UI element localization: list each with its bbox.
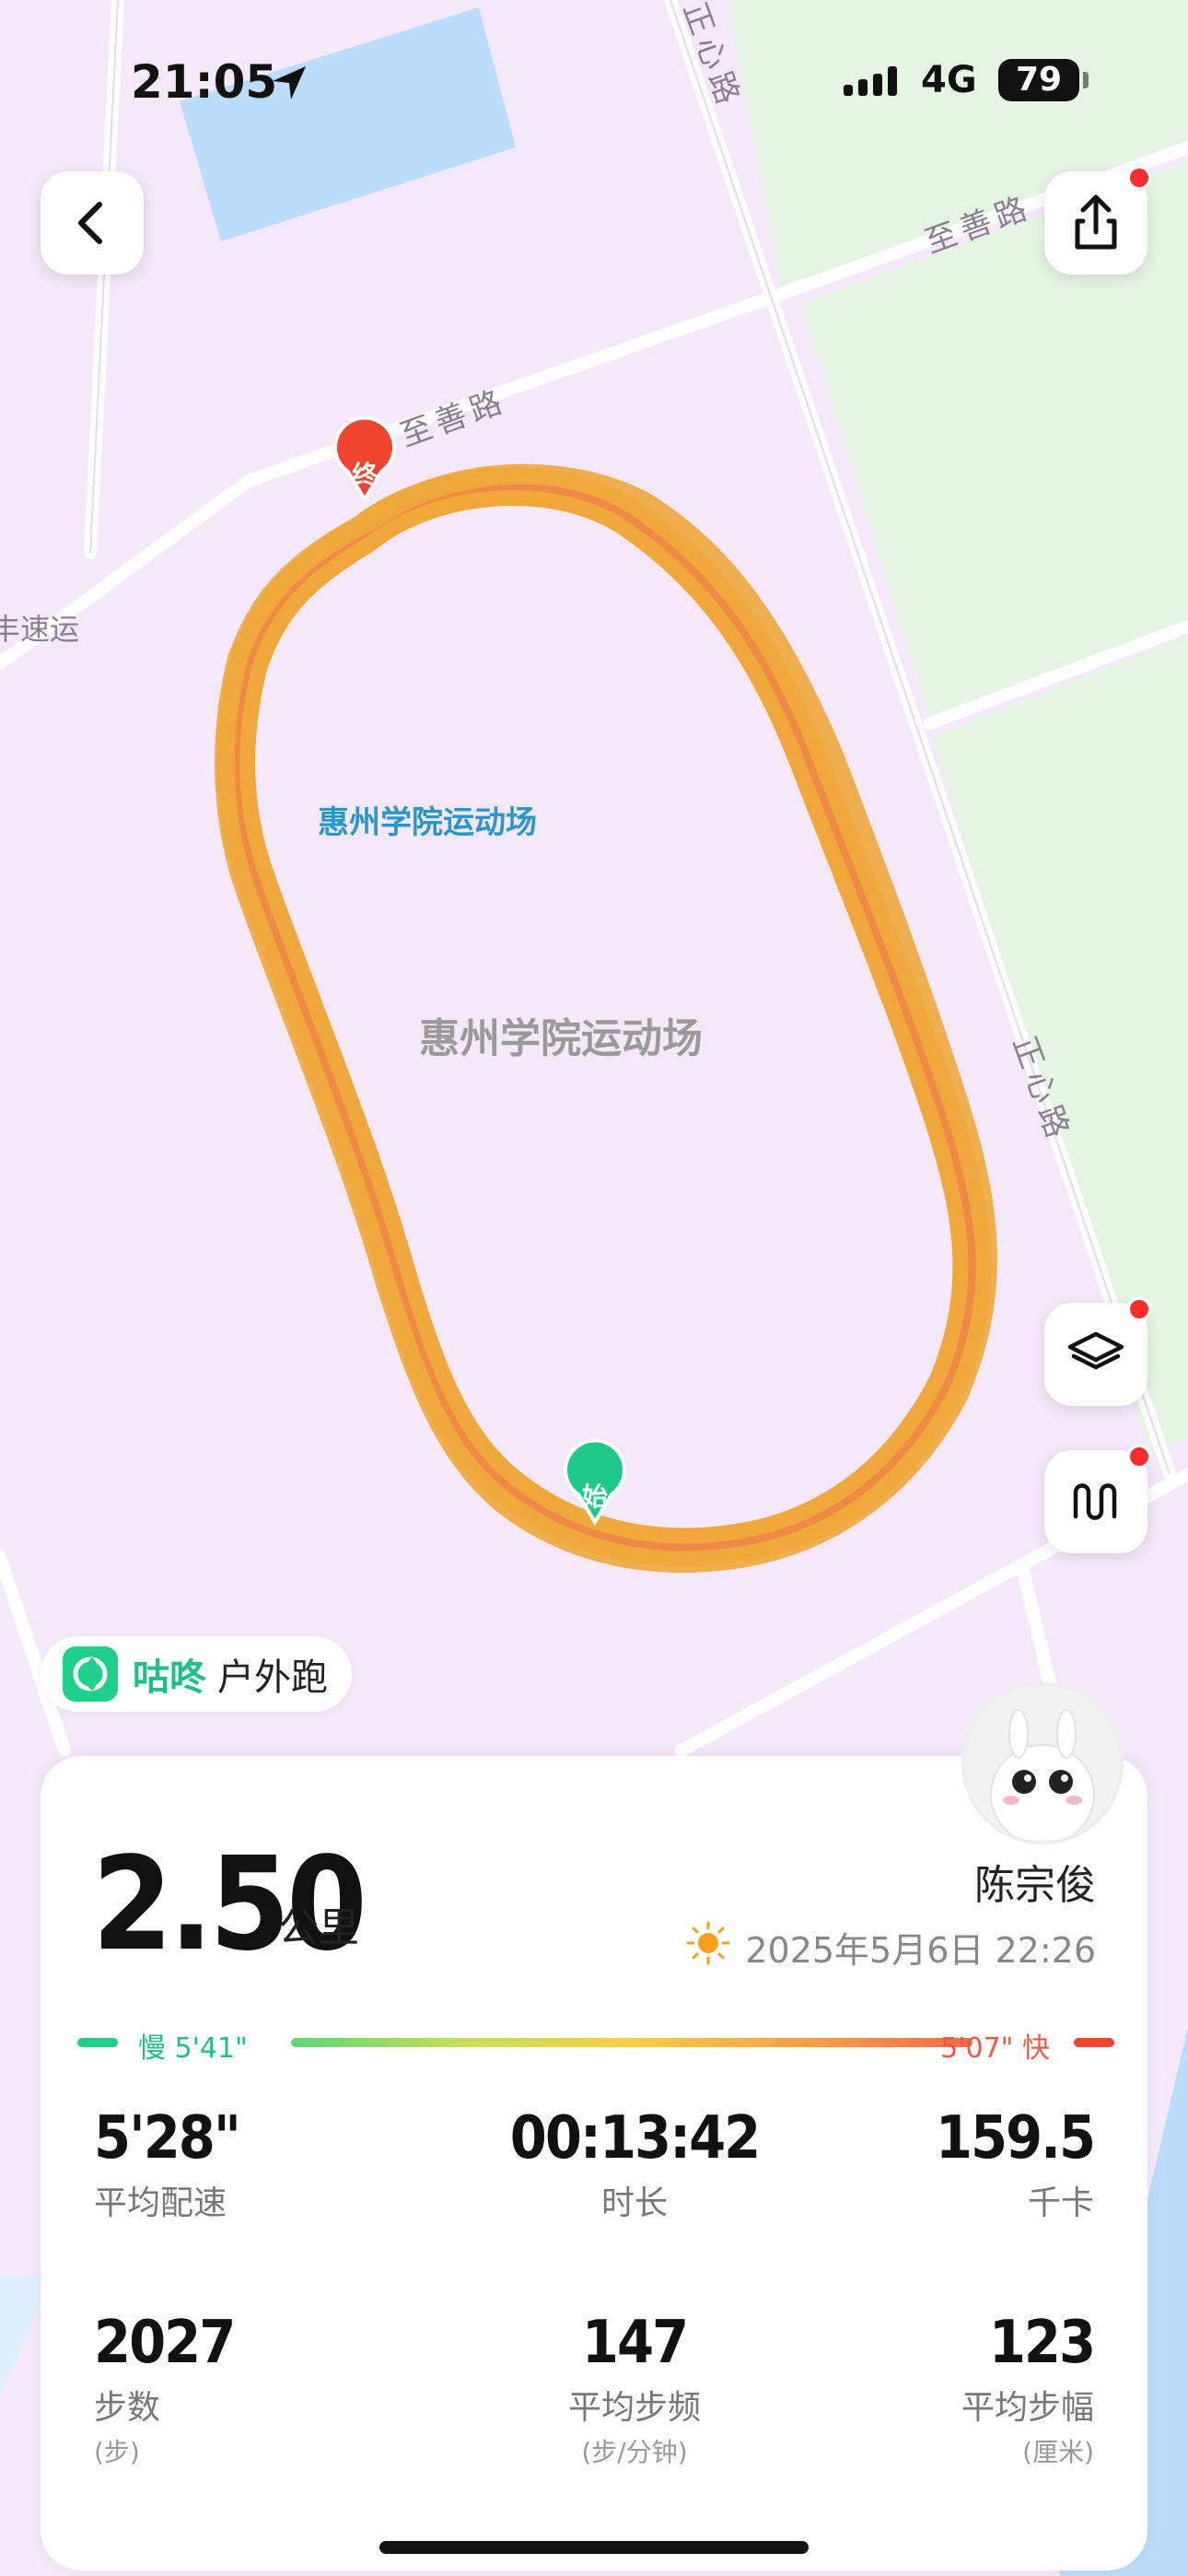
- distance-unit: 公里: [278, 1904, 359, 1951]
- codoon-logo-icon: [63, 1646, 118, 1702]
- stat-steps: 2027 步数 (步): [94, 2309, 236, 2469]
- status-bar: 21:05 4G 79: [0, 46, 1188, 120]
- slow-pace-dash: [77, 2038, 118, 2047]
- sun-weather-icon: [686, 1921, 730, 1965]
- map-layers-button[interactable]: [1044, 1297, 1151, 1406]
- back-button[interactable]: [41, 171, 144, 275]
- pace-gradient-bar: [291, 2038, 973, 2047]
- notification-dot: [1127, 1297, 1151, 1321]
- cadence-unit: (步/分钟): [581, 2437, 688, 2467]
- route-curve-button[interactable]: [1044, 1445, 1151, 1553]
- activity-type: 户外跑: [217, 1657, 328, 1699]
- home-indicator[interactable]: [379, 2541, 809, 2554]
- brand-chip: 咕咚 户外跑: [41, 1636, 352, 1712]
- user-name: 陈宗俊: [974, 1862, 1096, 1909]
- notification-dot: [1127, 166, 1151, 190]
- workout-datetime: 2025年5月6日 22:26: [745, 1930, 1096, 1971]
- avatar-character-icon: [965, 1686, 1120, 1841]
- slow-pace-label: 慢 5'41": [138, 2032, 248, 2065]
- fast-pace-label: 5'07" 快: [940, 2032, 1050, 2065]
- stride-label: 平均步幅: [961, 2389, 1094, 2427]
- cadence-label: 平均步频: [567, 2389, 701, 2427]
- workout-summary-card: 2.50 公里 陈宗俊 2025年5月6日 22:26 慢 5'41" 5'07…: [41, 1756, 1147, 2570]
- notification-dot: [1127, 1445, 1151, 1469]
- brand-name: 咕咚: [133, 1657, 206, 1699]
- place-label-gray: 惠州学院运动场: [419, 1015, 703, 1062]
- stat-duration: 00:13:42 时长: [437, 2104, 833, 2224]
- stat-cadence: 147 平均步频 (步/分钟): [437, 2309, 833, 2469]
- stat-avg-pace: 5'28" 平均配速: [94, 2104, 241, 2224]
- fast-pace-dash: [1074, 2038, 1114, 2047]
- avg-pace-value: 5'28": [94, 2104, 241, 2172]
- steps-value: 2027: [94, 2309, 236, 2377]
- calories-value: 159.5: [935, 2104, 1096, 2172]
- share-button[interactable]: [1044, 166, 1151, 275]
- steps-label: 步数: [94, 2389, 161, 2427]
- end-marker-label: 终: [352, 460, 379, 490]
- duration-label: 时长: [600, 2184, 668, 2222]
- stride-unit: (厘米): [1022, 2437, 1094, 2467]
- duration-value: 00:13:42: [509, 2104, 761, 2172]
- pace-legend: 慢 5'41" 5'07" 快: [77, 2023, 1114, 2065]
- signal-icon: [844, 66, 897, 96]
- location-arrow-icon: [273, 66, 306, 100]
- cadence-value: 147: [581, 2309, 689, 2377]
- avg-pace-label: 平均配速: [94, 2184, 227, 2222]
- battery-indicator: 79: [998, 59, 1089, 101]
- steps-unit: (步): [94, 2437, 140, 2467]
- road-label-left: 丰速运: [0, 612, 79, 647]
- network-type: 4G: [921, 59, 977, 101]
- user-avatar[interactable]: [961, 1682, 1124, 1844]
- stride-value: 123: [988, 2309, 1096, 2377]
- place-label-blue: 惠州学院运动场: [318, 804, 537, 841]
- start-marker-label: 始: [582, 1481, 608, 1512]
- stat-calories: 159.5 千卡: [935, 2104, 1096, 2224]
- status-time: 21:05: [131, 55, 278, 109]
- chevron-left-icon: [78, 202, 102, 244]
- stat-stride: 123 平均步幅 (厘米): [961, 2309, 1096, 2469]
- calories-label: 千卡: [1027, 2184, 1094, 2222]
